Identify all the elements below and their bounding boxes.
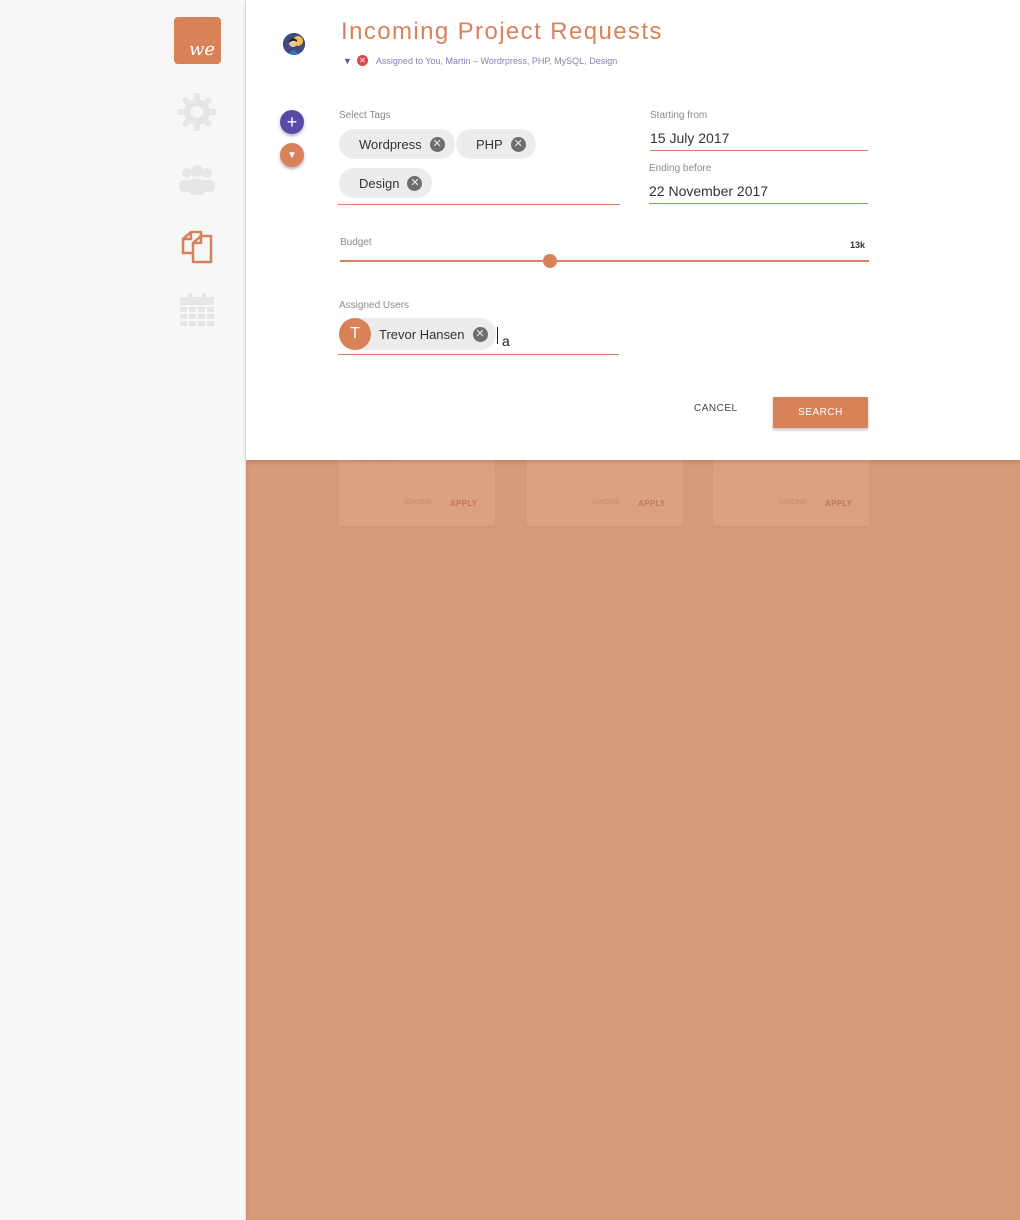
cancel-button[interactable]: CANCEL	[694, 403, 738, 414]
end-date-field[interactable]: 22 November 2017	[649, 183, 768, 199]
users-icon[interactable]	[174, 157, 220, 203]
filter-icon: ▼	[287, 149, 297, 161]
card-ignore-button[interactable]: IGNORE	[592, 499, 620, 506]
filter-button[interactable]: ▼	[280, 143, 304, 167]
app-logo[interactable]: we	[174, 17, 221, 64]
tag-chip-label: Wordpress	[359, 136, 422, 152]
text-cursor	[497, 327, 498, 344]
tag-chip-label: Design	[359, 175, 400, 191]
page-title: Incoming Project Requests	[341, 18, 663, 45]
card-apply-button[interactable]: APPLY	[450, 499, 477, 508]
logo-text: we	[188, 39, 215, 60]
gear-icon[interactable]	[174, 89, 220, 135]
budget-slider-handle[interactable]	[543, 254, 557, 268]
start-date-label: Starting from	[650, 110, 708, 121]
documents-icon[interactable]	[174, 222, 220, 268]
filter-summary: ▼ ✕ Assigned to You, Martin – Wordrpress…	[343, 55, 617, 66]
start-date-underline	[650, 150, 868, 151]
card-ignore-button[interactable]: IGNORE	[779, 499, 807, 506]
avatar[interactable]	[283, 33, 305, 55]
add-button[interactable]: +	[280, 110, 304, 134]
tag-chip: PHP ✕	[456, 129, 536, 159]
calendar-icon[interactable]	[174, 287, 220, 333]
card-ignore-button[interactable]: IGNORE	[404, 499, 432, 506]
tags-label: Select Tags	[339, 110, 391, 121]
user-chip-label: Trevor Hansen	[379, 326, 465, 342]
filter-icon: ▼	[343, 55, 352, 66]
user-avatar: T	[339, 318, 371, 350]
budget-slider[interactable]	[340, 260, 869, 262]
tags-input-underline[interactable]	[338, 204, 620, 205]
users-input-underline	[338, 354, 619, 355]
end-date-label: Ending before	[649, 163, 712, 174]
budget-max-value: 13k	[850, 240, 866, 250]
tag-chip: Wordpress ✕	[339, 129, 455, 159]
users-label: Assigned Users	[339, 300, 410, 311]
end-date-underline	[649, 203, 868, 204]
plus-icon: +	[286, 111, 298, 132]
users-search-input[interactable]: a	[502, 333, 510, 349]
remove-user-icon[interactable]: ✕	[472, 326, 488, 342]
budget-label: Budget	[340, 237, 372, 248]
remove-tag-icon[interactable]: ✕	[510, 136, 526, 152]
clear-filter-icon[interactable]: ✕	[356, 55, 368, 66]
remove-tag-icon[interactable]: ✕	[429, 136, 445, 152]
start-date-field[interactable]: 15 July 2017	[650, 130, 729, 146]
tag-chip-label: PHP	[476, 136, 503, 152]
filter-summary-text: Assigned to You, Martin – Wordrpress, PH…	[375, 55, 618, 66]
card-apply-button[interactable]: APPLY	[638, 499, 665, 508]
user-chip: T Trevor Hansen ✕	[339, 318, 496, 350]
search-button[interactable]: SEARCH	[773, 397, 868, 428]
sidebar: we	[0, 0, 246, 1220]
remove-tag-icon[interactable]: ✕	[407, 175, 423, 191]
filter-panel: Incoming Project Requests ▼ ✕ Assigned t…	[246, 0, 1020, 460]
card-apply-button[interactable]: APPLY	[825, 499, 852, 508]
tag-chip: Design ✕	[339, 168, 433, 198]
